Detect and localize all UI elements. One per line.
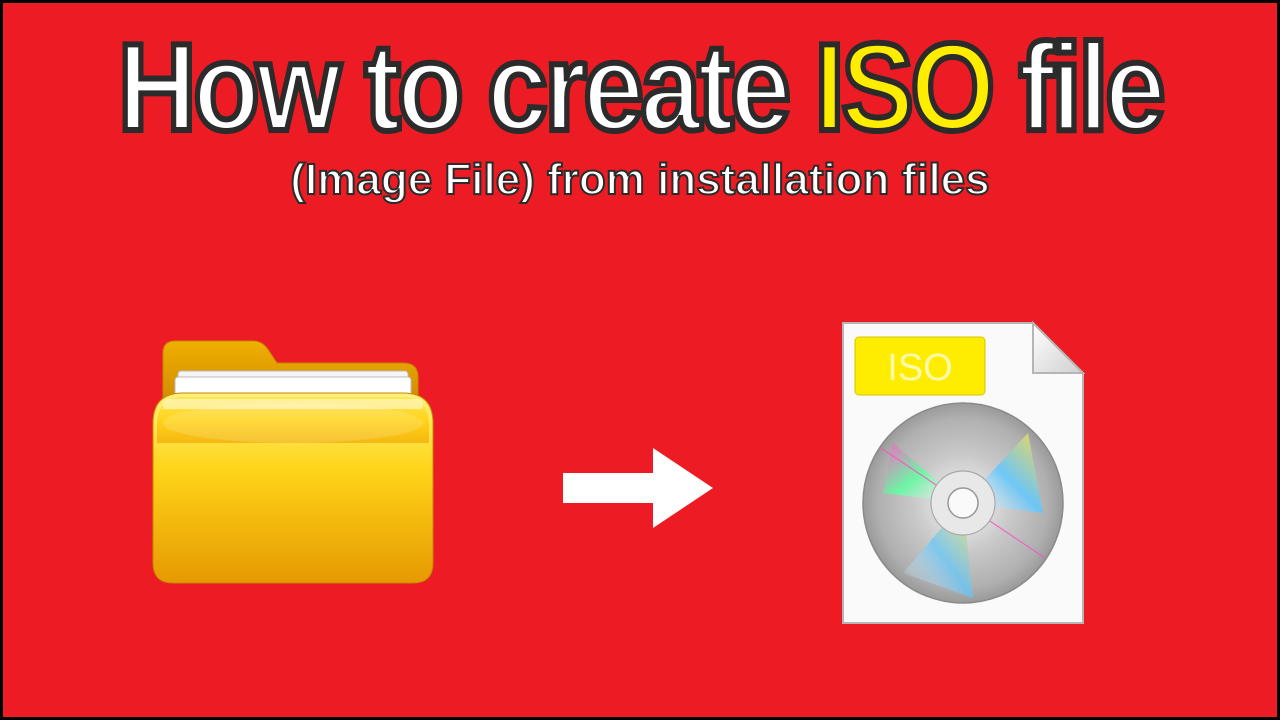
illustration: ISO bbox=[3, 303, 1277, 683]
arrow-icon bbox=[558, 443, 718, 533]
title-part1: How to create bbox=[118, 19, 815, 157]
title-section: How to create ISO file (Image File) from… bbox=[3, 3, 1277, 205]
main-title: How to create ISO file bbox=[79, 23, 1200, 153]
folder-icon bbox=[143, 333, 443, 593]
subtitle: (Image File) from installation files bbox=[3, 155, 1277, 205]
iso-file-icon: ISO bbox=[833, 313, 1093, 633]
iso-label: ISO bbox=[887, 347, 952, 389]
title-part2: file bbox=[992, 19, 1162, 157]
title-highlight: ISO bbox=[814, 19, 991, 157]
